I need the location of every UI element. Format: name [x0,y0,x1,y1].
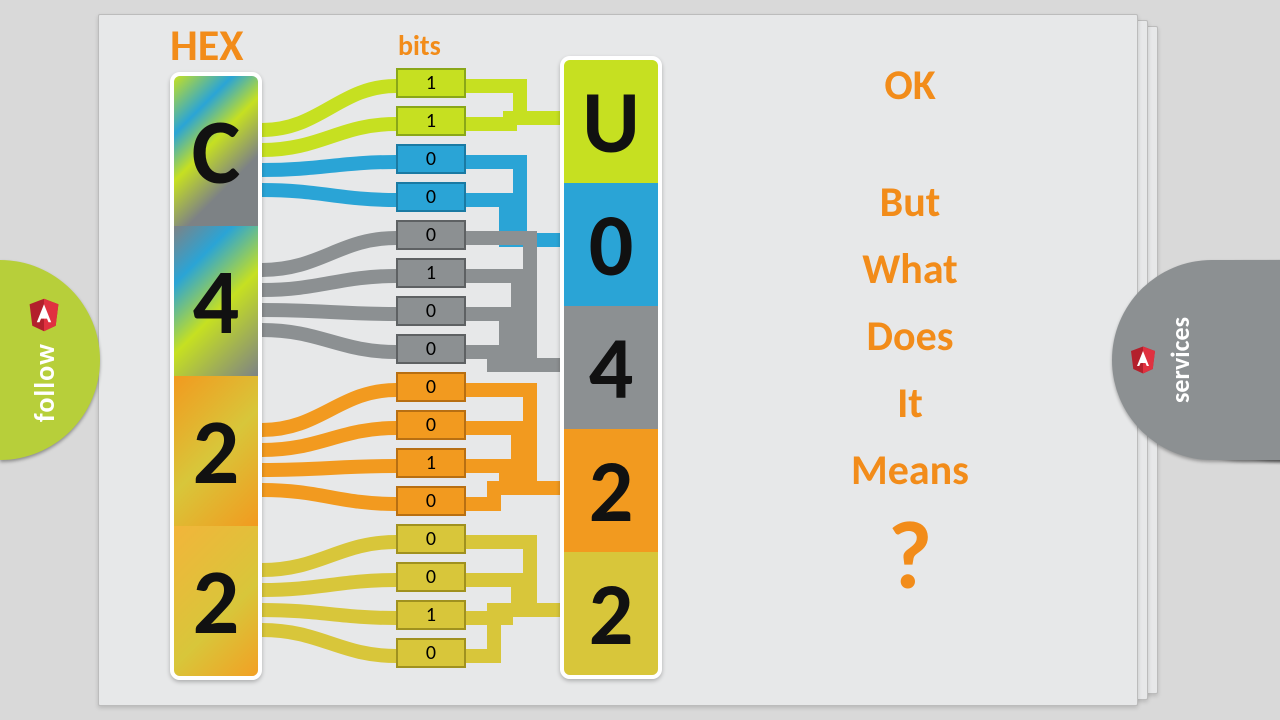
bit-cell: 0 [396,562,466,592]
bit-cell: 1 [396,106,466,136]
word-does: Does [867,311,954,362]
bit-cell: 0 [396,638,466,668]
title-hex: HEX [170,18,243,72]
bit-cell: 1 [396,68,466,98]
title-bits: bits [398,28,441,63]
hex-column: C 4 2 2 [170,72,262,680]
bit-cell: 0 [396,296,466,326]
tab-services[interactable]: services [1112,260,1280,460]
angular-logo-icon [1128,345,1158,375]
word-but: But [880,177,941,228]
word-question-mark: ? [888,518,932,595]
result-cell: U [564,60,658,183]
result-column: U0422 [560,56,662,679]
word-what: What [862,244,958,295]
word-it: It [897,378,923,429]
bits-column: 1 1 0 0 0 1 0 0 0 0 1 0 0 0 1 0 [396,68,466,668]
bit-cell: 0 [396,410,466,440]
follow-label: follow [27,343,62,422]
bit-cell: 0 [396,334,466,364]
bit-cell: 1 [396,448,466,478]
right-tab-group: history about services [1120,250,1280,470]
bit-cell: 0 [396,486,466,516]
hex-digit: C [174,76,258,226]
bit-cell: 0 [396,220,466,250]
tab-services-label: services [1164,317,1196,403]
hex-digit: 2 [174,376,258,526]
result-cell: 0 [564,183,658,306]
bit-cell: 1 [396,600,466,630]
angular-logo-icon [26,297,62,333]
word-means: Means [851,445,969,496]
bit-cell: 0 [396,182,466,212]
word-ok: OK [884,60,935,111]
bit-cell: 0 [396,144,466,174]
caption-words: OK But What Does It Means ? [760,60,1060,595]
follow-tab[interactable]: follow [0,260,100,460]
result-cell: 4 [564,306,658,429]
bit-cell: 0 [396,524,466,554]
result-cell: 2 [564,429,658,552]
bit-cell: 1 [396,258,466,288]
hex-digit: 2 [174,526,258,676]
hex-digit: 4 [174,226,258,376]
bit-cell: 0 [396,372,466,402]
result-cell: 2 [564,552,658,675]
